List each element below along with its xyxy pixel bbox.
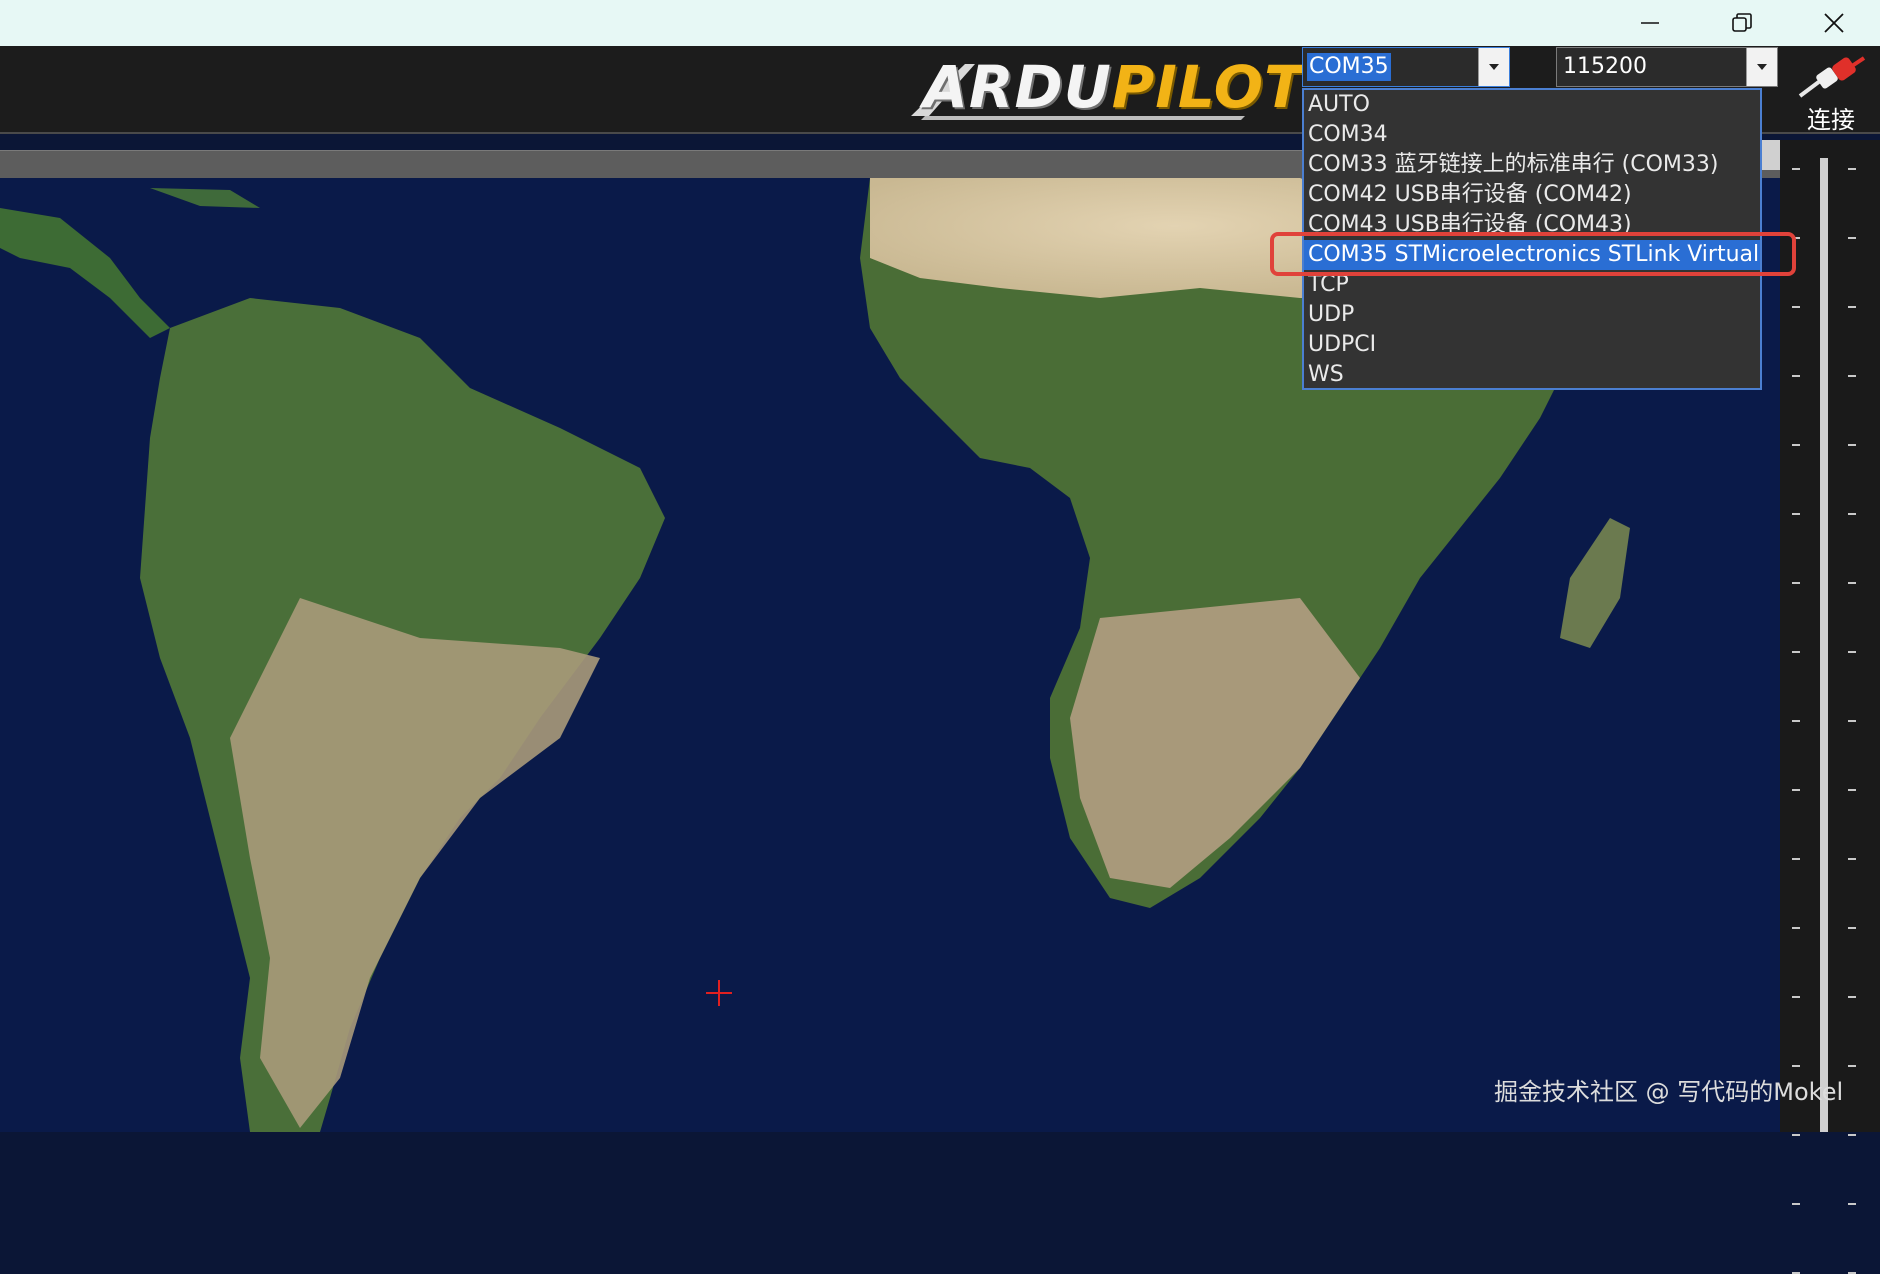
annotation-highlight-box — [1270, 232, 1796, 276]
scale-tick — [1848, 444, 1856, 446]
scale-tick — [1848, 720, 1856, 722]
scale-tick — [1848, 168, 1856, 170]
port-option-com33[interactable]: COM33 蓝牙链接上的标准串行 (COM33) — [1308, 150, 1758, 180]
connect-label: 连接 — [1807, 106, 1855, 134]
scale-tick — [1792, 444, 1800, 446]
port-dropdown-button[interactable] — [1478, 48, 1509, 86]
close-button[interactable] — [1788, 0, 1880, 46]
scale-tick — [1792, 1134, 1800, 1136]
altitude-scale-bar — [1820, 158, 1828, 1132]
minimize-icon — [1641, 22, 1659, 24]
port-combobox-value: COM35 — [1307, 53, 1391, 81]
logo-text-pilot: PILOT — [1111, 53, 1305, 121]
plug-connect-icon — [1798, 56, 1866, 98]
logo-text-ardu: ARDU — [923, 53, 1112, 121]
minimize-button[interactable] — [1604, 0, 1696, 46]
crosshair-marker — [706, 980, 732, 1006]
south-america-dry — [230, 598, 600, 1128]
scale-tick — [1848, 1203, 1856, 1205]
watermark-text: 掘金技术社区 @ 写代码的Mokel — [1494, 1078, 1844, 1106]
connect-button[interactable]: 连接 — [1794, 56, 1868, 134]
scale-tick — [1848, 1065, 1856, 1067]
scale-tick — [1792, 306, 1800, 308]
scale-tick — [1792, 927, 1800, 929]
scale-tick — [1848, 513, 1856, 515]
chevron-down-icon — [1489, 64, 1499, 70]
port-option-com42[interactable]: COM42 USB串行设备 (COM42) — [1308, 180, 1758, 210]
scroll-handle[interactable] — [1760, 140, 1780, 170]
scale-tick — [1792, 168, 1800, 170]
scale-tick — [1792, 582, 1800, 584]
scale-tick — [1848, 651, 1856, 653]
scale-tick — [1848, 582, 1856, 584]
baud-combobox-value: 115200 — [1563, 54, 1647, 79]
window-title-bar — [0, 0, 1880, 46]
madagascar — [1560, 518, 1630, 648]
scale-tick — [1792, 513, 1800, 515]
port-option-com34[interactable]: COM34 — [1308, 120, 1758, 150]
scale-tick — [1848, 927, 1856, 929]
southern-africa-dry — [1070, 598, 1360, 888]
altitude-scale — [1780, 140, 1880, 1274]
scale-tick — [1848, 789, 1856, 791]
port-option-auto[interactable]: AUTO — [1308, 90, 1758, 120]
scale-tick — [1792, 375, 1800, 377]
scale-tick — [1848, 375, 1856, 377]
scale-tick — [1792, 996, 1800, 998]
scale-tick — [1792, 720, 1800, 722]
port-option-ws[interactable]: WS — [1308, 360, 1758, 390]
restore-button[interactable] — [1696, 0, 1788, 46]
baud-combobox[interactable]: 115200 — [1556, 47, 1778, 87]
scale-tick — [1848, 306, 1856, 308]
scale-tick — [1792, 789, 1800, 791]
scale-tick — [1848, 1134, 1856, 1136]
scale-tick — [1848, 237, 1856, 239]
caribbean-islands — [150, 188, 260, 208]
scale-tick — [1848, 858, 1856, 860]
scale-tick — [1792, 858, 1800, 860]
scale-tick — [1792, 1203, 1800, 1205]
scale-tick — [1792, 651, 1800, 653]
port-option-udp[interactable]: UDP — [1308, 300, 1758, 330]
baud-dropdown-button[interactable] — [1746, 48, 1777, 86]
ardupilot-logo: ARDUPILOT — [905, 52, 1304, 122]
port-option-udpci[interactable]: UDPCI — [1308, 330, 1758, 360]
central-america — [0, 208, 170, 338]
restore-icon — [1732, 13, 1752, 32]
scale-tick — [1792, 1065, 1800, 1067]
chevron-down-icon — [1757, 64, 1767, 70]
port-combobox[interactable]: COM35 — [1302, 47, 1510, 87]
close-icon — [1824, 13, 1844, 33]
scale-tick — [1848, 996, 1856, 998]
